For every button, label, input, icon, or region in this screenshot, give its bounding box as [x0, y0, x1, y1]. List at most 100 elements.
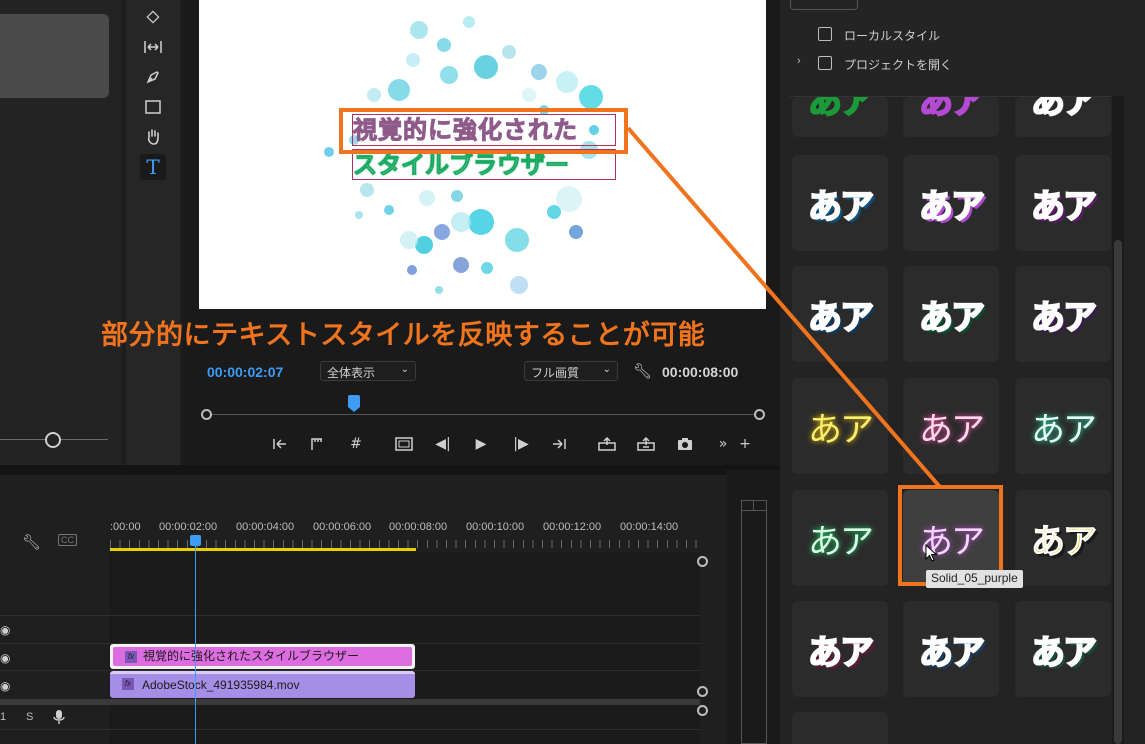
ruler-label: 00:00:04:00 [236, 521, 295, 533]
add-button-icon[interactable]: + [734, 434, 756, 454]
scrub-bar[interactable] [206, 414, 759, 415]
style-tile[interactable] [792, 712, 888, 744]
style-tile-label: あア [919, 409, 985, 450]
eye-icon[interactable]: ◉ [0, 623, 10, 637]
scroll-handle-icon[interactable] [697, 705, 708, 716]
mark-in-icon[interactable] [269, 434, 291, 454]
local-styles-checkbox[interactable] [818, 27, 832, 41]
audio-track-number: 1 [0, 711, 7, 723]
timeline-settings-wrench-icon[interactable]: 🔧︎ [22, 533, 41, 551]
style-tile[interactable]: あア [903, 378, 999, 474]
ripple-edit-icon[interactable] [140, 4, 166, 30]
title-clip-body: fx 視覚的に強化されたスタイルブラウザー [113, 647, 412, 666]
out-point-handle[interactable] [754, 409, 765, 420]
safe-margins-icon[interactable] [393, 434, 415, 454]
more-controls-icon[interactable]: » [712, 434, 734, 454]
style-tile-label: あア [918, 297, 986, 339]
add-marker-icon[interactable] [306, 434, 328, 454]
chevron-right-icon[interactable]: › [797, 55, 801, 67]
chevron-down-icon: ⌄ [400, 364, 409, 375]
camera-icon[interactable] [674, 434, 696, 454]
lift-icon[interactable] [596, 434, 618, 454]
style-tile-label: あア [1030, 97, 1098, 123]
eye-icon[interactable]: ◉ [0, 651, 10, 665]
mark-out-icon[interactable] [548, 434, 570, 454]
local-styles-label: ローカルスタイル [844, 29, 941, 43]
current-timecode[interactable]: 00:00:02:07 [207, 364, 283, 380]
style-tile[interactable]: あア [792, 601, 888, 697]
style-tile[interactable]: あア [1015, 378, 1111, 474]
style-tile[interactable]: あア [1015, 266, 1111, 362]
style-tile[interactable]: あア [903, 97, 999, 137]
style-tile-label: あア [1030, 186, 1098, 228]
audio-meter-divider [753, 500, 754, 511]
video-clip[interactable]: fx AdobeStock_491935984.mov [110, 671, 415, 698]
timeline-playhead-handle[interactable] [190, 535, 201, 546]
scrollbar-thumb[interactable] [1114, 240, 1122, 744]
duration-timecode: 00:00:08:00 [662, 364, 739, 380]
solo-toggle[interactable]: S [26, 711, 33, 723]
step-back-icon[interactable]: ◀︎| [432, 434, 454, 454]
style-tile[interactable]: あア [792, 155, 888, 251]
ruler-label: 00:00:10:00 [466, 521, 525, 533]
style-tile-label: あア [1030, 297, 1098, 339]
playhead-marker[interactable] [348, 395, 360, 407]
playback-quality-select[interactable]: フル画質 ⌄ [524, 361, 618, 381]
grid-icon[interactable]: # [345, 434, 367, 454]
rectangle-icon[interactable] [140, 94, 166, 120]
play-icon[interactable]: ▶︎ [470, 434, 492, 454]
highlight-box-title [339, 108, 628, 154]
hand-icon[interactable] [140, 124, 166, 150]
style-tile-label: あア [807, 632, 875, 674]
fx-badge-icon: fx [122, 678, 134, 690]
timeline-playhead[interactable] [195, 540, 196, 744]
style-tile[interactable]: あア [792, 378, 888, 474]
pen-icon[interactable] [140, 64, 166, 90]
style-tile[interactable]: あア [792, 266, 888, 362]
style-tile[interactable]: あア [903, 155, 999, 251]
style-tile[interactable]: あア [792, 490, 888, 586]
scroll-handle-icon[interactable] [697, 556, 708, 567]
scroll-handle-icon[interactable] [697, 686, 708, 697]
style-tile-label: あア [808, 521, 874, 562]
style-tile-label: あア [1030, 632, 1098, 674]
source-thumbnail[interactable] [0, 14, 109, 98]
slip-icon[interactable] [140, 34, 166, 60]
work-area-bar[interactable] [110, 548, 416, 551]
type-icon[interactable]: T [140, 154, 166, 180]
track-divider [0, 729, 700, 730]
panel-divider[interactable] [0, 465, 780, 475]
zoom-level-value: 全体表示 [327, 366, 376, 380]
video-clip-label: AdobeStock_491935984.mov [142, 678, 300, 692]
ruler-label: 00:00:14:00 [620, 521, 679, 533]
style-tile-label: あア [918, 97, 986, 123]
audio-meter-divider [741, 510, 767, 511]
style-tile[interactable]: あア [903, 266, 999, 362]
open-project-checkbox[interactable] [818, 56, 832, 70]
eye-icon[interactable]: ◉ [0, 679, 10, 693]
style-browser-tab[interactable] [790, 0, 858, 10]
track-divider [0, 615, 700, 616]
ruler-label: :00:00 [110, 521, 141, 533]
style-tile[interactable]: あア [1015, 490, 1111, 586]
title-clip[interactable]: fx 視覚的に強化されたスタイルブラウザー [110, 644, 415, 669]
zoom-slider-knob[interactable] [45, 432, 61, 448]
wrench-icon[interactable]: 🔧︎ [633, 362, 652, 380]
extract-icon[interactable] [635, 434, 657, 454]
style-tile[interactable]: あア [903, 601, 999, 697]
style-tooltip: Solid_05_purple [926, 570, 1023, 588]
style-tile[interactable]: あア [792, 97, 888, 137]
style-tile-label: あア [1031, 409, 1097, 450]
zoom-level-select[interactable]: 全体表示 ⌄ [320, 361, 416, 381]
style-tile-label: あア [918, 632, 986, 674]
step-forward-icon[interactable]: |▶︎ [510, 434, 532, 454]
style-tile[interactable]: あア [1015, 601, 1111, 697]
in-point-handle[interactable] [201, 409, 212, 420]
microphone-icon[interactable] [53, 709, 65, 728]
style-tile-label: あア [807, 97, 875, 123]
captions-icon[interactable]: CC [58, 534, 77, 546]
track-separator[interactable] [0, 699, 700, 705]
style-tile[interactable]: あア [1015, 155, 1111, 251]
open-project-label: プロジェクトを開く [844, 58, 953, 72]
style-tile[interactable]: あア [1015, 97, 1111, 137]
